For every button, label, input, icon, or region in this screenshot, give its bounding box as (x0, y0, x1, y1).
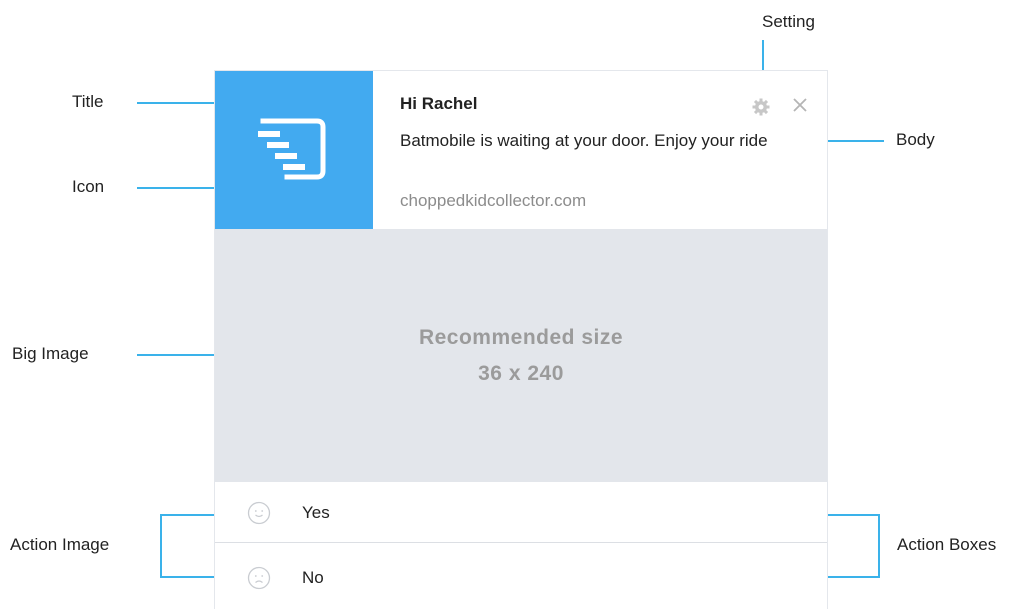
big-image-placeholder: Recommended size 36 x 240 (215, 229, 827, 482)
action-image-bracket-vertical (160, 514, 162, 578)
action-image-callout-label: Action Image (10, 535, 110, 554)
title-callout-label: Title (72, 92, 104, 111)
sad-face-icon (247, 566, 271, 590)
gear-icon[interactable] (751, 97, 771, 117)
close-icon[interactable] (790, 95, 810, 115)
app-logo-icon (258, 118, 326, 180)
action-boxes-bracket-top (828, 514, 880, 516)
notification-origin: choppedkidcollector.com (400, 191, 587, 210)
body-callout-label: Body (896, 130, 935, 149)
big-image-size-value: 36 x 240 (478, 361, 564, 385)
action-yes-button[interactable]: Yes (215, 482, 827, 543)
action-no-label: No (302, 568, 324, 587)
action-boxes-bracket-vertical (878, 514, 880, 578)
big-image-callout-label: Big Image (12, 344, 89, 363)
action-yes-label: Yes (302, 503, 330, 522)
notification-icon (215, 71, 373, 229)
notification-title: Hi Rachel (400, 94, 478, 113)
smile-face-icon (247, 501, 271, 525)
icon-callout-label: Icon (72, 177, 105, 196)
setting-callout-label: Setting (762, 12, 815, 31)
action-no-button[interactable]: No (215, 547, 827, 607)
big-image-size-label: Recommended size (418, 325, 624, 349)
notification-body: Batmobile is waiting at your door. Enjoy… (400, 131, 768, 150)
action-boxes-callout-label: Action Boxes (897, 535, 997, 554)
notification-card[interactable]: Hi Rachel Batmobile is waiting at your d… (214, 70, 828, 609)
action-boxes-bracket-bottom (828, 576, 880, 578)
